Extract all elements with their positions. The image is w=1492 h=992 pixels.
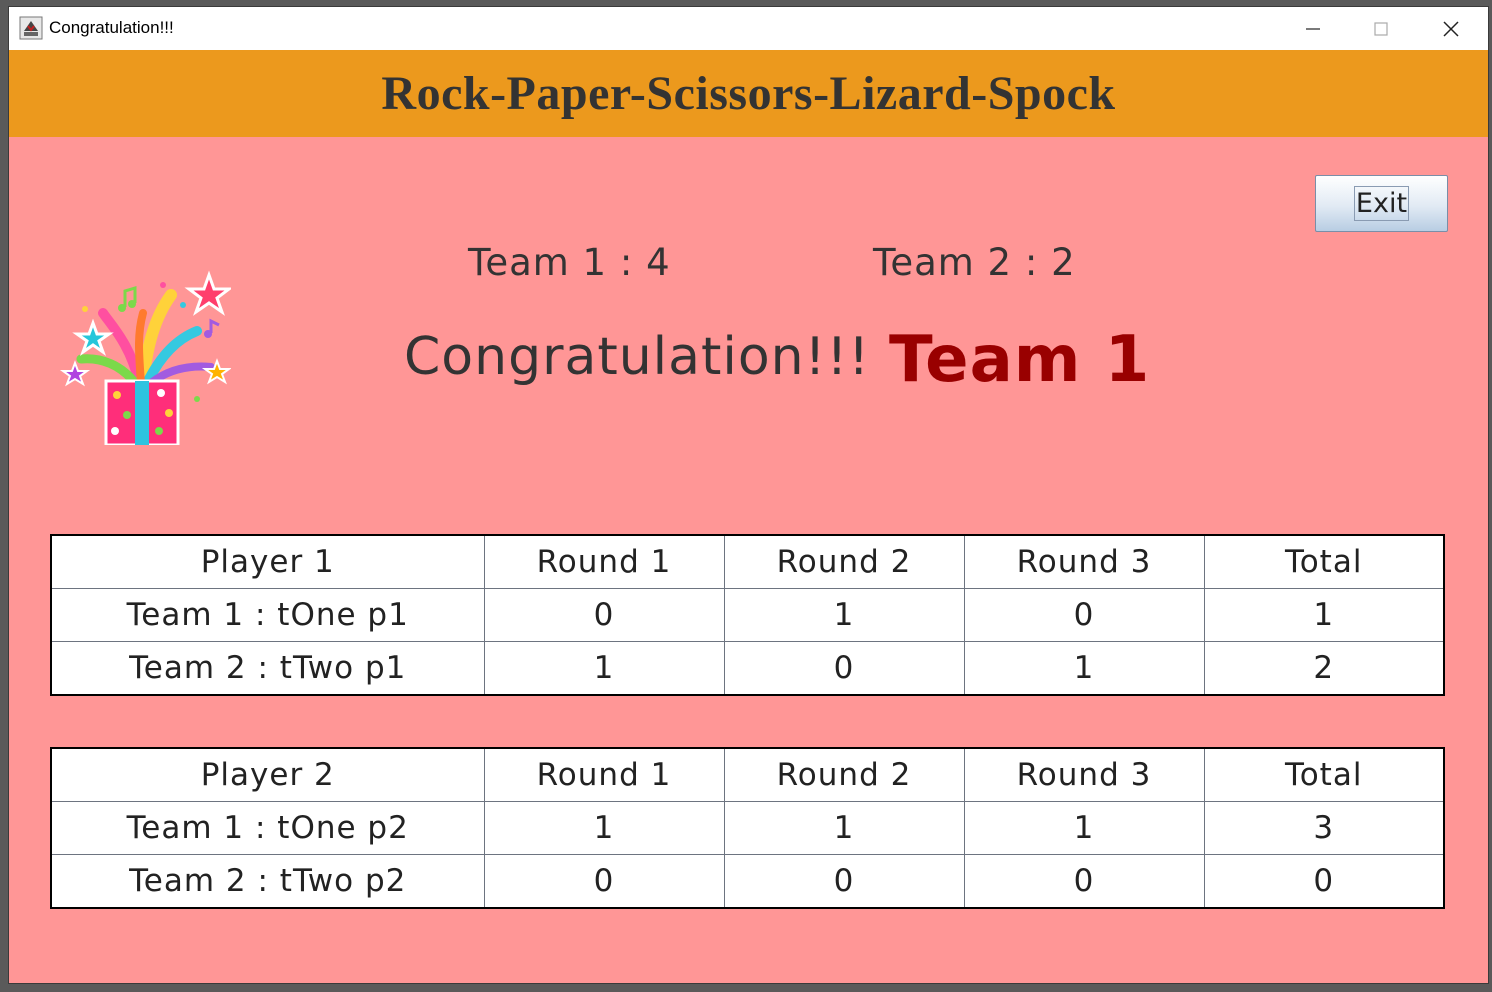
table-cell[interactable]: Team 2 : tTwo p1 bbox=[50, 641, 485, 696]
table-cell[interactable]: 1 bbox=[723, 588, 965, 642]
table-row[interactable]: Team 1 : tOne p1 0 1 0 1 bbox=[50, 588, 1445, 642]
table-cell[interactable]: 2 bbox=[1203, 641, 1445, 696]
header-cell: Round 1 bbox=[483, 534, 725, 589]
table-cell[interactable]: 0 bbox=[963, 588, 1205, 642]
table-cell[interactable]: 1 bbox=[723, 801, 965, 855]
table-row[interactable]: Team 2 : tTwo p1 1 0 1 2 bbox=[50, 641, 1445, 696]
header-cell: Round 1 bbox=[483, 747, 725, 802]
table-cell[interactable]: 1 bbox=[483, 641, 725, 696]
header-cell: Round 3 bbox=[963, 534, 1205, 589]
table-cell[interactable]: 1 bbox=[963, 801, 1205, 855]
table-cell[interactable]: 0 bbox=[483, 588, 725, 642]
header-cell: Round 2 bbox=[723, 747, 965, 802]
table-cell[interactable]: 0 bbox=[723, 641, 965, 696]
table-row[interactable]: Team 1 : tOne p2 1 1 1 3 bbox=[50, 801, 1445, 855]
header-cell: Total bbox=[1203, 534, 1445, 589]
table-cell[interactable]: Team 1 : tOne p1 bbox=[50, 588, 485, 642]
player1-results-table: Player 1 Round 1 Round 2 Round 3 Total T… bbox=[50, 534, 1445, 696]
maximize-button[interactable] bbox=[1347, 7, 1415, 50]
header-cell: Round 3 bbox=[963, 747, 1205, 802]
title-bar[interactable]: Congratulation!!! bbox=[9, 7, 1488, 50]
table-cell[interactable]: Team 1 : tOne p2 bbox=[50, 801, 485, 855]
table-cell[interactable]: 0 bbox=[1203, 854, 1445, 909]
header-cell: Round 2 bbox=[723, 534, 965, 589]
congratulation-text: Congratulation!!! bbox=[404, 327, 871, 387]
table-cell[interactable]: 3 bbox=[1203, 801, 1445, 855]
exit-button[interactable]: Exit bbox=[1315, 175, 1448, 232]
header-cell: Player 2 bbox=[50, 747, 485, 802]
table-cell[interactable]: 0 bbox=[483, 854, 725, 909]
minimize-icon bbox=[1306, 27, 1320, 30]
table-cell[interactable]: 0 bbox=[723, 854, 965, 909]
table-row[interactable]: Team 2 : tTwo p2 0 0 0 0 bbox=[50, 854, 1445, 909]
close-icon bbox=[1443, 20, 1459, 37]
table-cell[interactable]: 1 bbox=[963, 641, 1205, 696]
header-cell: Player 1 bbox=[50, 534, 485, 589]
table-cell[interactable]: Team 2 : tTwo p2 bbox=[50, 854, 485, 909]
table-cell[interactable]: 0 bbox=[963, 854, 1205, 909]
team1-score: Team 1 : 4 bbox=[468, 241, 671, 284]
table-cell[interactable]: 1 bbox=[1203, 588, 1445, 642]
game-title: Rock-Paper-Scissors-Lizard-Spock bbox=[381, 67, 1116, 120]
java-cup-icon bbox=[19, 16, 43, 40]
maximize-icon bbox=[1374, 21, 1388, 36]
exit-button-label: Exit bbox=[1353, 186, 1410, 221]
table-header-row: Player 1 Round 1 Round 2 Round 3 Total bbox=[50, 534, 1445, 589]
congratulation-window: Congratulation!!! Rock-Paper-Scissors-Li… bbox=[9, 7, 1488, 983]
winner-team: Team 1 bbox=[889, 323, 1151, 397]
header-band: Rock-Paper-Scissors-Lizard-Spock bbox=[9, 50, 1488, 137]
player2-results-table: Player 2 Round 1 Round 2 Round 3 Total T… bbox=[50, 747, 1445, 909]
header-cell: Total bbox=[1203, 747, 1445, 802]
table-header-row: Player 2 Round 1 Round 2 Round 3 Total bbox=[50, 747, 1445, 802]
window-title: Congratulation!!! bbox=[49, 18, 174, 37]
table-cell[interactable]: 1 bbox=[483, 801, 725, 855]
minimize-button[interactable] bbox=[1279, 7, 1347, 50]
gift-box-confetti-icon bbox=[59, 270, 231, 445]
close-button[interactable] bbox=[1417, 7, 1485, 50]
team2-score: Team 2 : 2 bbox=[873, 241, 1076, 284]
